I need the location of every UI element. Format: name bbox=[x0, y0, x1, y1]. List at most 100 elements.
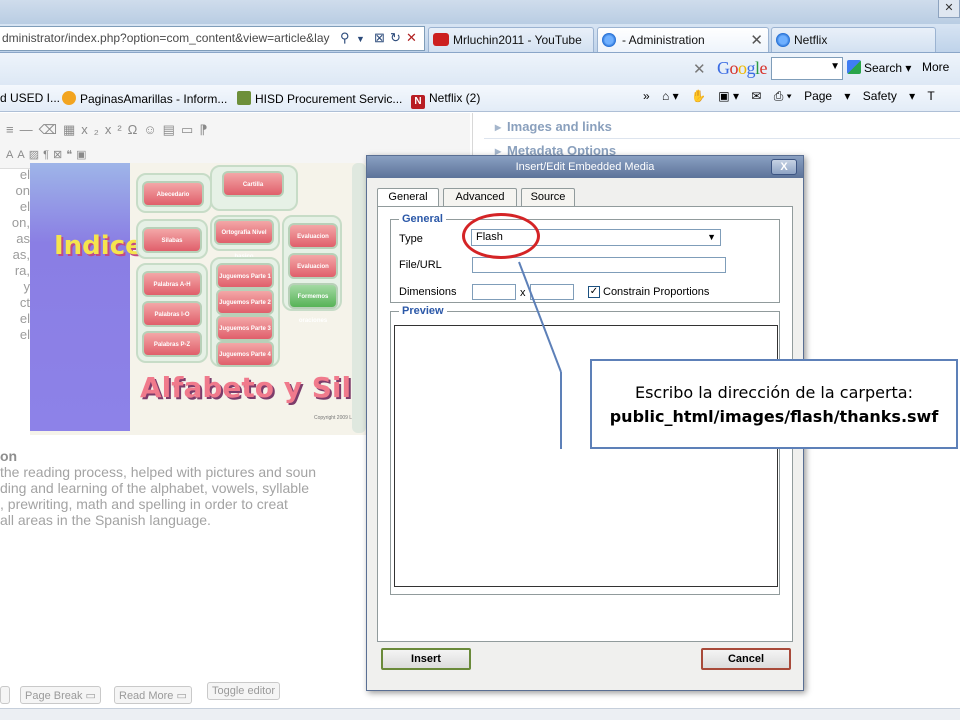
illustration-button: Palabras A-H bbox=[142, 271, 202, 297]
table-icon[interactable]: ▦ bbox=[63, 122, 81, 137]
tab-youtube[interactable]: Mrluchin2011 - YouTube bbox=[428, 27, 594, 52]
favorite-item[interactable]: d USED I... bbox=[0, 91, 60, 105]
close-toolbar-icon[interactable]: ✕ bbox=[693, 60, 706, 78]
page-menu[interactable]: Page ▾ bbox=[804, 89, 850, 103]
editor-text-fragment: el on el on, as as, ra, y ct el el bbox=[0, 167, 30, 343]
toggle-editor-button[interactable]: Toggle editor bbox=[207, 682, 280, 700]
tab-general[interactable]: General bbox=[377, 188, 439, 207]
favorite-item[interactable]: PaginasAmarillas - Inform... bbox=[62, 91, 227, 106]
chevron-down-icon: ▼ bbox=[707, 232, 716, 242]
address-bar[interactable]: dministrator/index.php?option=com_conten… bbox=[0, 26, 425, 51]
ie-icon bbox=[602, 33, 616, 47]
tab-netflix[interactable]: Netflix bbox=[771, 27, 936, 52]
text-fragment: as, bbox=[12, 247, 30, 262]
favorite-item[interactable]: HISD Procurement Servic... bbox=[237, 91, 402, 106]
template-icon[interactable]: ▣ bbox=[76, 149, 90, 161]
google-search-button[interactable]: Search ▾ bbox=[847, 60, 911, 75]
illustration-side-strip bbox=[352, 163, 366, 433]
dropdown-arrow-icon[interactable]: ▼ bbox=[356, 34, 365, 44]
home-icon[interactable]: ⌂ ▾ bbox=[662, 89, 679, 103]
text-fragment: ct bbox=[19, 295, 30, 310]
netflix-icon: N bbox=[411, 95, 425, 109]
window-close-button[interactable]: ✕ bbox=[938, 0, 960, 18]
chevron-right-icon[interactable]: » bbox=[643, 89, 650, 103]
dialog-close-button[interactable]: X bbox=[771, 159, 797, 175]
font-color-icon[interactable]: A bbox=[17, 149, 28, 161]
superscript-icon[interactable]: x² bbox=[105, 122, 128, 137]
page-break-button[interactable]: Page Break ▭ bbox=[20, 686, 101, 704]
search-label: Search bbox=[864, 61, 903, 75]
eraser-icon[interactable]: ⌫ bbox=[39, 122, 63, 137]
omega-icon[interactable]: Ω bbox=[128, 122, 144, 137]
illustration-button: Evaluacion Parte 2 bbox=[288, 253, 338, 294]
editor-bottom-button[interactable] bbox=[0, 686, 10, 704]
pencil-icon bbox=[62, 91, 76, 105]
tab-advanced[interactable]: Advanced bbox=[443, 188, 517, 206]
page-icon bbox=[237, 91, 251, 105]
hand-icon[interactable]: ✋ bbox=[691, 89, 706, 103]
safety-menu-label: Safety bbox=[862, 89, 897, 103]
mail-icon[interactable]: ✉ bbox=[751, 89, 761, 103]
tab-label: Mrluchin2011 - YouTube bbox=[453, 33, 582, 47]
subscript-icon[interactable]: x₂ bbox=[81, 122, 105, 137]
text-fragment: y bbox=[23, 279, 31, 294]
illustration-button: Abecedario bbox=[142, 181, 204, 207]
height-input[interactable] bbox=[530, 284, 574, 300]
dropdown-arrow-icon[interactable]: ▼ bbox=[830, 61, 840, 72]
illustration-purple-panel bbox=[30, 163, 130, 431]
cite-icon[interactable]: ⊠ bbox=[53, 149, 66, 161]
illustration-button: Silabas bbox=[142, 227, 202, 253]
indent-icon[interactable]: ≡ bbox=[6, 122, 20, 137]
tab-label: - Administration bbox=[622, 33, 705, 47]
callout-box: Escribo la dirección de la carperta: pub… bbox=[590, 359, 958, 449]
favorite-item[interactable]: N Netflix (2) bbox=[411, 91, 480, 109]
more-button[interactable]: More bbox=[922, 60, 949, 74]
panel-images-and-links[interactable]: Images and links bbox=[495, 119, 612, 134]
constrain-proportions-checkbox[interactable]: ✓ bbox=[588, 286, 600, 298]
insert-button[interactable]: Insert bbox=[381, 648, 471, 670]
description-line: ding and learning of the alphabet, vowel… bbox=[0, 480, 309, 496]
media-icon[interactable]: ▤ bbox=[163, 122, 181, 137]
callout-text-line2: public_html/images/flash/thanks.swf bbox=[609, 407, 939, 426]
constrain-label: Constrain Proportions bbox=[603, 286, 710, 298]
general-legend: General bbox=[399, 213, 446, 225]
hr-icon[interactable]: ▭ bbox=[181, 122, 199, 137]
width-input[interactable] bbox=[472, 284, 516, 300]
close-tab-icon[interactable]: ✕ bbox=[750, 31, 763, 49]
favorite-label: HISD Procurement Servic... bbox=[255, 92, 403, 106]
editor-toolbar-row: AA▨¶⊠❝▣ bbox=[6, 148, 91, 161]
style-icon[interactable]: A bbox=[6, 149, 17, 161]
emotion-icon[interactable]: ☺ bbox=[143, 122, 162, 137]
file-url-input[interactable] bbox=[472, 257, 726, 273]
feeds-icon[interactable]: ▣ ▾ bbox=[718, 89, 739, 103]
url-label: File/URL bbox=[399, 259, 442, 271]
read-more-label: Read More bbox=[119, 690, 174, 702]
stop-icon[interactable]: ✕ bbox=[406, 30, 417, 46]
tab-source[interactable]: Source bbox=[521, 188, 575, 206]
page-break-label: Page Break bbox=[25, 690, 83, 702]
description-heading: on bbox=[0, 448, 18, 464]
tab-administration[interactable]: - Administration ✕ bbox=[597, 27, 769, 52]
google-search-input[interactable]: ▼ bbox=[771, 57, 843, 80]
address-text: dministrator/index.php?option=com_conten… bbox=[2, 31, 330, 45]
dialog-title: Insert/Edit Embedded Media bbox=[367, 156, 803, 178]
print-icon[interactable]: ⎙ ▾ bbox=[774, 89, 792, 103]
text-fragment: el bbox=[19, 327, 30, 342]
pilcrow-icon[interactable]: ¶ bbox=[43, 149, 53, 161]
horizontal-rule-icon[interactable]: — bbox=[20, 122, 39, 137]
compatibility-icon[interactable]: ⊠ bbox=[374, 30, 385, 46]
quote-icon[interactable]: ❝ bbox=[66, 149, 76, 161]
tools-menu[interactable]: T bbox=[927, 89, 934, 103]
ltr-icon[interactable]: ⁋ bbox=[199, 122, 213, 137]
read-more-button[interactable]: Read More ▭ bbox=[114, 686, 192, 704]
illustration-button: Formemos oraciones bbox=[288, 283, 338, 324]
text-fragment: ra, bbox=[14, 263, 30, 278]
image-icon[interactable]: ▨ bbox=[29, 149, 43, 161]
illustration-button: Palabras P-Z bbox=[142, 331, 202, 357]
illustration-button: Juguemos Parte 3 bbox=[216, 315, 274, 341]
cancel-button[interactable]: Cancel bbox=[701, 648, 791, 670]
search-icon[interactable]: ⚲ bbox=[340, 30, 350, 46]
safety-menu[interactable]: Safety ▾ bbox=[863, 89, 915, 103]
refresh-icon[interactable]: ↻ bbox=[390, 30, 401, 46]
description-line: all areas in the Spanish language. bbox=[0, 512, 211, 528]
